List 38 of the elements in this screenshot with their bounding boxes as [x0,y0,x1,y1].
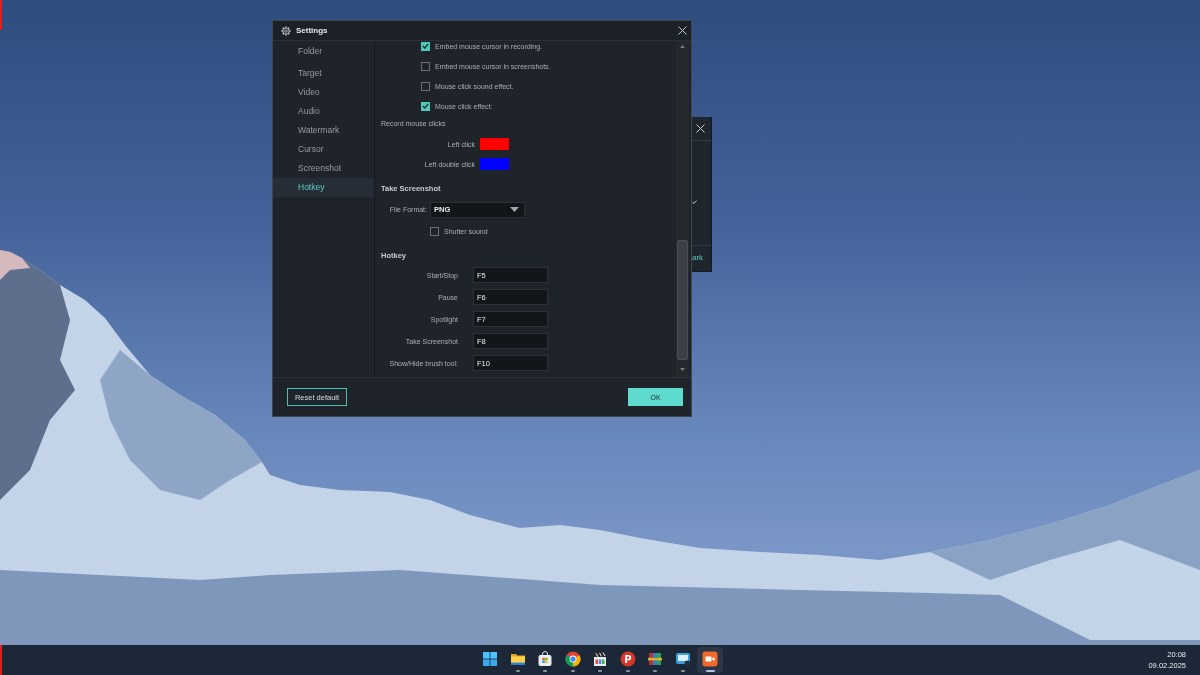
circle-logo-icon [564,651,581,667]
sidebar-item[interactable]: Target [273,64,374,83]
clapperboard-icon [592,651,608,667]
checkbox[interactable] [421,81,430,91]
caret-icon [510,207,519,212]
shopping-bag-icon [537,651,553,667]
edge-marker [0,0,2,30]
sidebar-item[interactable]: Screenshot [273,159,374,178]
books-icon [647,651,663,667]
color-swatch[interactable] [480,138,509,150]
sidebar-item[interactable]: Folder [273,42,374,61]
checkbox[interactable] [421,101,430,111]
partial-label[interactable]: ark [692,252,711,264]
checkbox[interactable] [430,226,439,236]
checkbox[interactable] [421,41,430,51]
sidebar-item[interactable]: Hotkey [273,178,374,197]
settings-icon [281,25,291,36]
close-icon[interactable] [678,26,687,35]
checkmark-icon [692,200,697,204]
close-icon[interactable] [696,124,705,133]
letter-circle-icon: P [619,651,636,667]
taskbar-button[interactable]: P [614,647,641,673]
sidebar-item[interactable]: Video [273,83,374,102]
folder-icon [509,651,526,667]
sidebar-item[interactable]: Audio [273,102,374,121]
video-camera-icon [702,651,718,667]
start-menu-icon [482,651,498,667]
scroll-up-icon[interactable] [680,45,685,48]
sidebar-item[interactable]: Cursor [273,140,374,159]
edge-marker [0,645,2,675]
color-swatch[interactable] [480,158,509,170]
screen-icon [674,651,691,667]
checkbox[interactable] [421,61,430,71]
sidebar-item[interactable]: Watermark [273,121,374,140]
window-title: Settings [296,26,328,35]
scroll-down-icon[interactable] [680,368,685,371]
taskbar-button[interactable] [697,647,723,673]
scrollbar-thumb[interactable] [677,240,688,360]
